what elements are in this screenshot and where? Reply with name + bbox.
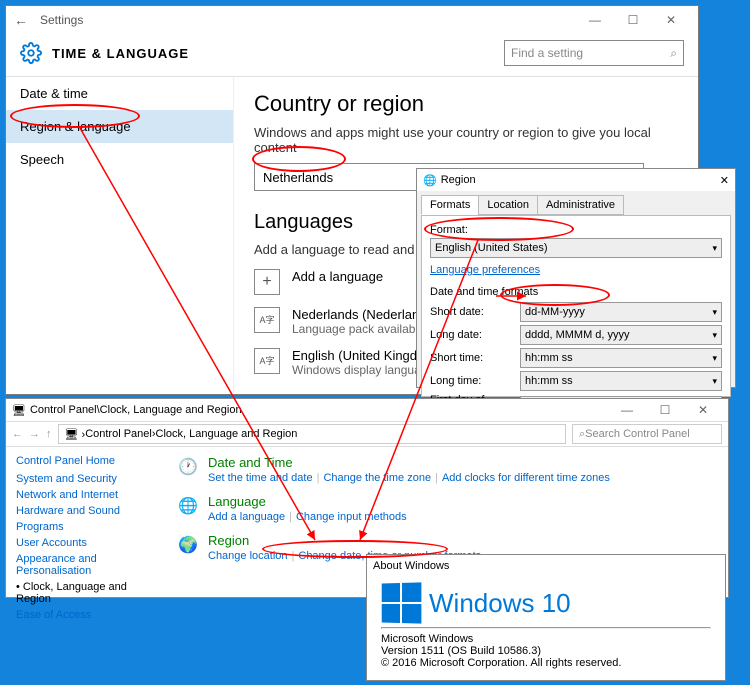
chevron-down-icon: ▾ (712, 376, 717, 387)
format-value: English (United States) (435, 242, 548, 254)
shorttime-select[interactable]: hh:mm ss▾ (520, 348, 722, 368)
chevron-down-icon: ▾ (712, 307, 717, 318)
windows-logo-icon (382, 582, 422, 623)
cp-nav-hardware[interactable]: Hardware and Sound (16, 505, 156, 517)
tab-administrative[interactable]: Administrative (537, 195, 624, 215)
address-bar[interactable]: 🖥 › Control Panel › Clock, Language and … (58, 424, 567, 444)
lang-sub: Language pack available (292, 322, 431, 336)
cp-sidebar: Control Panel Home System and Security N… (6, 447, 166, 597)
chevron-down-icon: ▾ (712, 243, 717, 254)
settings-search[interactable]: Find a setting ⌕ (504, 40, 684, 66)
globe-icon: 🌍 (176, 533, 200, 557)
windows-logo: Windows 10 (381, 583, 711, 623)
about-line1: Microsoft Windows (381, 633, 711, 645)
region-titlebar: 🌐 Region ✕ (417, 169, 735, 191)
chevron-down-icon: ▾ (712, 330, 717, 341)
longdate-label: Long date: (430, 329, 514, 341)
plus-icon: + (254, 269, 280, 295)
about-line2: Version 1511 (OS Build 10586.3) (381, 645, 711, 657)
language-icon: A字 (254, 348, 280, 374)
cp-nav-user[interactable]: User Accounts (16, 537, 156, 549)
cp-region-link[interactable]: Region (208, 533, 481, 548)
cp-nav-ease[interactable]: Ease of Access (16, 609, 156, 621)
settings-titlebar: ← Settings — ☐ ✕ (6, 6, 698, 34)
tab-location[interactable]: Location (478, 195, 538, 215)
sidebar-date-time[interactable]: Date & time (6, 77, 233, 110)
cp-title: Control Panel\Clock, Language and Region (30, 404, 242, 416)
longtime-select[interactable]: hh:mm ss▾ (520, 371, 722, 391)
lang-name: Nederlands (Nederland) (292, 307, 431, 322)
settings-sidebar: Date & time Region & language Speech (6, 77, 234, 393)
country-desc: Windows and apps might use your country … (254, 125, 678, 155)
cp-home-link[interactable]: Control Panel Home (16, 455, 156, 467)
about-windows-dialog: About Windows Windows 10 Microsoft Windo… (366, 554, 726, 681)
cp-datetime-link[interactable]: Date and Time (208, 455, 610, 470)
up-button[interactable]: ↑ (46, 428, 52, 440)
settings-heading: TIME & LANGUAGE (52, 46, 189, 61)
link[interactable]: Change location (208, 550, 288, 562)
cp-nav-clock[interactable]: Clock, Language and Region (16, 581, 156, 605)
cp-icon: 🖥 (12, 404, 26, 417)
format-select[interactable]: English (United States) ▾ (430, 238, 722, 258)
shortdate-select[interactable]: dd-MM-yyyy▾ (520, 302, 722, 322)
shorttime-label: Short time: (430, 352, 514, 364)
settings-title: Settings (40, 13, 83, 27)
clock-icon: 🕐 (176, 455, 200, 479)
cp-nav-network[interactable]: Network and Internet (16, 489, 156, 501)
language-preferences-link[interactable]: Language preferences (430, 264, 540, 276)
cp-nav-system[interactable]: System and Security (16, 473, 156, 485)
cp-search[interactable]: ⌕ Search Control Panel (572, 424, 722, 444)
about-titlebar: About Windows (367, 555, 725, 577)
minimize-button[interactable]: — (608, 399, 646, 421)
minimize-button[interactable]: — (576, 9, 614, 31)
windows-logo-text: Windows 10 (429, 588, 571, 619)
globe-icon: 🌐 (423, 174, 437, 187)
longtime-label: Long time: (430, 375, 514, 387)
back-icon[interactable]: ← (14, 12, 28, 28)
tab-formats[interactable]: Formats (421, 195, 479, 215)
folder-icon: 🖥 › (65, 428, 86, 441)
link[interactable]: Change input methods (296, 511, 407, 523)
link[interactable]: Set the time and date (208, 472, 313, 484)
link[interactable]: Add clocks for different time zones (442, 472, 610, 484)
back-button[interactable]: ← (12, 428, 23, 440)
region-title: Region (441, 174, 476, 186)
maximize-button[interactable]: ☐ (614, 9, 652, 31)
link[interactable]: Add a language (208, 511, 285, 523)
longdate-select[interactable]: dddd, MMMM d, yyyy▾ (520, 325, 722, 345)
format-label: Format: (430, 224, 722, 236)
cp-category-language: 🌐 Language Add a language|Change input m… (176, 494, 718, 523)
datetime-formats-label: Date and time formats (430, 286, 722, 298)
about-title: About Windows (373, 560, 449, 572)
maximize-button[interactable]: ☐ (646, 399, 684, 421)
shortdate-label: Short date: (430, 306, 514, 318)
close-button[interactable]: ✕ (652, 9, 690, 31)
country-heading: Country or region (254, 91, 678, 117)
gear-icon (20, 42, 42, 64)
cp-language-link[interactable]: Language (208, 494, 407, 509)
search-placeholder: Find a setting (511, 46, 583, 60)
formats-panel: Format: English (United States) ▾ Langua… (421, 215, 731, 397)
cp-category-datetime: 🕐 Date and Time Set the time and date|Ch… (176, 455, 718, 484)
search-icon: ⌕ (670, 46, 677, 61)
close-button[interactable]: ✕ (684, 399, 722, 421)
add-language-label: Add a language (292, 269, 383, 284)
link[interactable]: Change the time zone (323, 472, 431, 484)
region-tabs: Formats Location Administrative (417, 191, 735, 215)
cp-nav-appearance[interactable]: Appearance and Personalisation (16, 553, 156, 577)
sidebar-region-language[interactable]: Region & language (6, 110, 233, 143)
forward-button[interactable]: → (29, 428, 40, 440)
about-line3: © 2016 Microsoft Corporation. All rights… (381, 657, 711, 669)
sidebar-speech[interactable]: Speech (6, 143, 233, 176)
cp-titlebar: 🖥 Control Panel\Clock, Language and Regi… (6, 399, 728, 421)
cp-navbar: ← → ↑ 🖥 › Control Panel › Clock, Languag… (6, 421, 728, 447)
country-value: Netherlands (263, 170, 333, 185)
settings-header: TIME & LANGUAGE Find a setting ⌕ (6, 34, 698, 77)
cp-nav-programs[interactable]: Programs (16, 521, 156, 533)
region-dialog: 🌐 Region ✕ Formats Location Administrati… (416, 168, 736, 388)
close-button[interactable]: ✕ (720, 174, 729, 187)
chevron-down-icon: ▾ (712, 353, 717, 364)
language-icon: A字 (254, 307, 280, 333)
language-icon: 🌐 (176, 494, 200, 518)
